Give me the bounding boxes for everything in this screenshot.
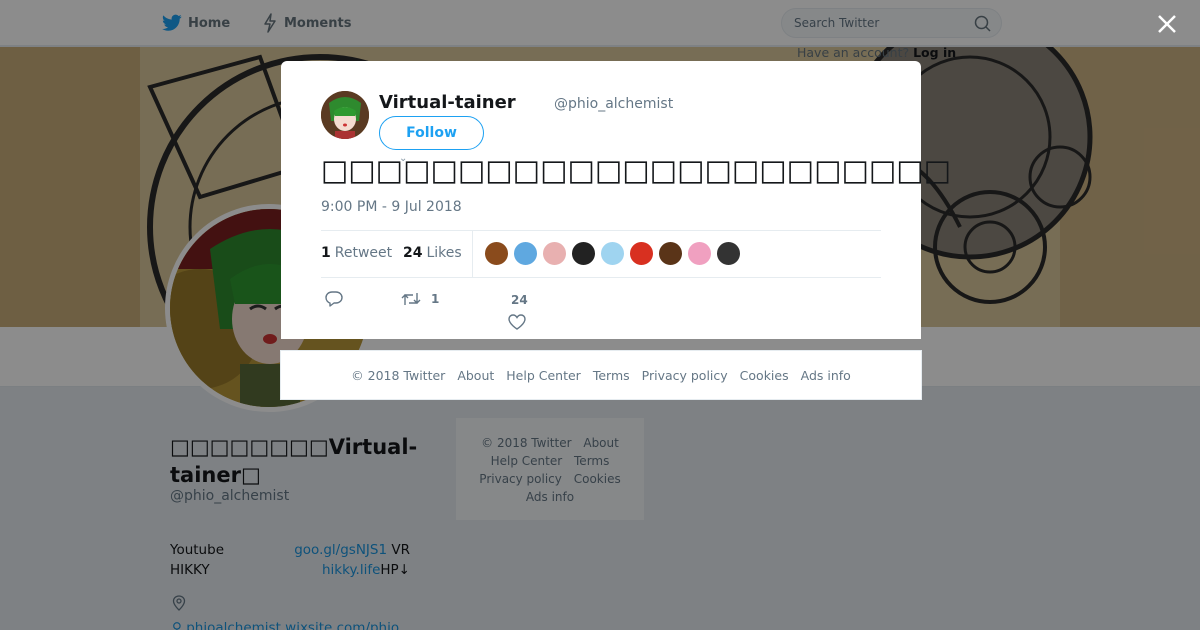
liker-avatar[interactable] bbox=[716, 241, 741, 266]
footer-privacy[interactable]: Privacy policy bbox=[642, 368, 728, 383]
retweet-icon bbox=[401, 293, 421, 305]
close-icon[interactable] bbox=[1155, 12, 1179, 36]
liker-avatar[interactable] bbox=[600, 241, 625, 266]
footer-about[interactable]: About bbox=[457, 368, 494, 383]
retweet-stat-label: Retweet bbox=[334, 245, 393, 261]
tweet-text: □□□□□□□□□□□□□□□□□□□□□□□ bbox=[321, 153, 952, 187]
reply-button[interactable] bbox=[325, 291, 343, 307]
stats-divider bbox=[472, 231, 473, 278]
footer-copyright: © 2018 Twitter bbox=[351, 367, 446, 383]
tweet-timestamp[interactable]: 9:00 PM - 9 Jul 2018 bbox=[321, 199, 462, 215]
tweet-author-avatar[interactable] bbox=[321, 91, 369, 139]
tweet-author-handle[interactable]: @phio_alchemist bbox=[554, 96, 673, 112]
heart-icon[interactable] bbox=[508, 314, 526, 330]
retweet-stat[interactable]: 1 Retweet bbox=[321, 245, 392, 261]
liker-avatar[interactable] bbox=[513, 241, 538, 266]
reply-icon bbox=[325, 291, 343, 307]
tweet-stats: 1 Retweet 24 Likes bbox=[321, 230, 881, 278]
footer-cookies[interactable]: Cookies bbox=[740, 368, 789, 383]
liker-avatar[interactable] bbox=[542, 241, 567, 266]
footer-ads-info[interactable]: Ads info bbox=[801, 368, 851, 383]
tweet-author-name[interactable]: Virtual-tainer bbox=[379, 92, 516, 113]
likes-stat-count: 24 bbox=[403, 245, 423, 261]
liker-avatar[interactable] bbox=[484, 241, 509, 266]
retweet-action-count: 1 bbox=[431, 292, 440, 306]
retweet-stat-count: 1 bbox=[321, 245, 331, 261]
liker-avatars bbox=[484, 241, 745, 266]
footer-help-center[interactable]: Help Center bbox=[506, 368, 581, 383]
tweet-author-avatar-image bbox=[321, 91, 369, 139]
liker-avatar[interactable] bbox=[629, 241, 654, 266]
tweet-actions: 1 24 bbox=[321, 289, 881, 339]
like-action-count: 24 bbox=[511, 293, 528, 307]
footer-terms[interactable]: Terms bbox=[593, 368, 630, 383]
follow-button[interactable]: Follow bbox=[379, 116, 484, 150]
modal-footer: © 2018 Twitter About Help Center Terms P… bbox=[280, 350, 922, 400]
liker-avatar[interactable] bbox=[687, 241, 712, 266]
likes-stat[interactable]: 24 Likes bbox=[403, 245, 462, 261]
liker-avatar[interactable] bbox=[658, 241, 683, 266]
likes-stat-label: Likes bbox=[426, 245, 462, 261]
retweet-button[interactable]: 1 bbox=[401, 291, 439, 307]
liker-avatar[interactable] bbox=[571, 241, 596, 266]
tweet-modal: Virtual-tainer @phio_alchemist Follow ⌄ … bbox=[281, 61, 951, 339]
